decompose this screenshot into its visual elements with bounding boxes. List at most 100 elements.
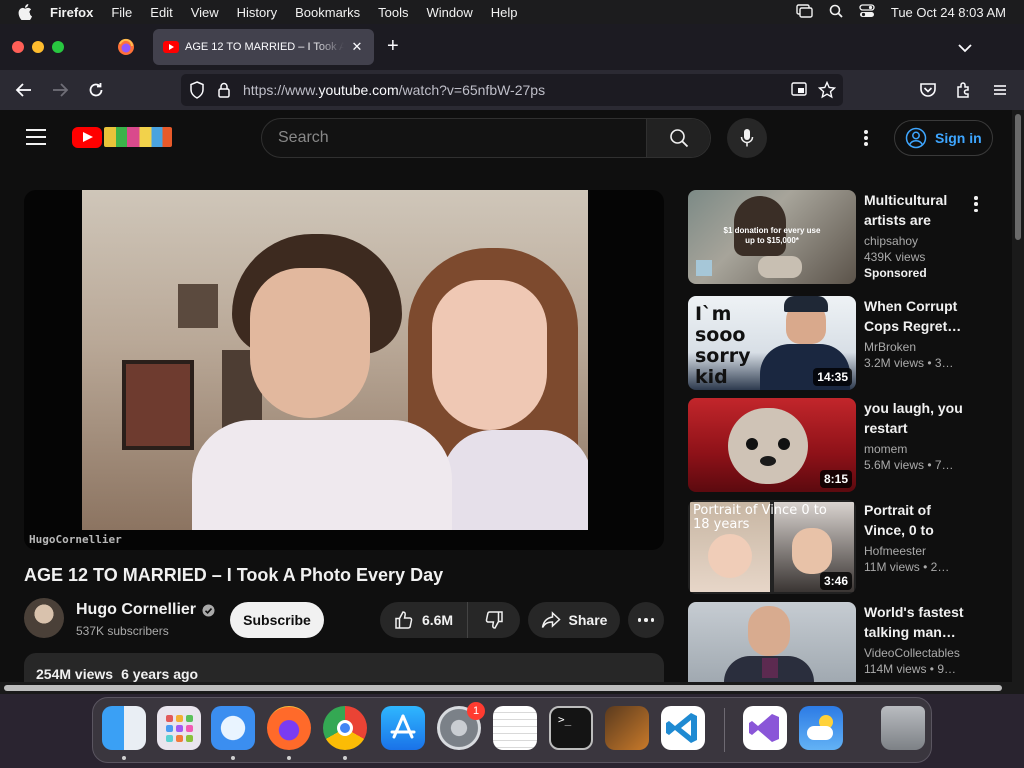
video-thumbnail[interactable]: 8:15 xyxy=(688,398,856,492)
horizontal-scrollbar-thumb[interactable] xyxy=(4,685,1002,691)
app-store-icon[interactable] xyxy=(381,706,425,750)
share-button[interactable]: Share xyxy=(528,602,620,638)
visual-studio-icon[interactable] xyxy=(743,706,787,750)
vertical-scrollbar-thumb[interactable] xyxy=(1015,114,1021,240)
video-title[interactable]: Multicultural artists are oft… xyxy=(864,190,964,230)
like-button[interactable]: 6.6M xyxy=(380,602,468,638)
list-item[interactable]: I`m sooo sorry kid 14:35 When Corrupt Co… xyxy=(688,296,988,392)
video-title[interactable]: Portrait of Vince, 0 to 18… xyxy=(864,500,964,540)
video-title[interactable]: World's fastest talking man… xyxy=(864,602,964,642)
firefox-pinned-tab-icon[interactable] xyxy=(117,38,135,56)
menu-edit[interactable]: Edit xyxy=(150,5,172,20)
video-thumbnail[interactable]: Portrait of Vince 0 to 18 years 3:46 xyxy=(688,500,856,594)
weather-icon[interactable] xyxy=(799,706,843,750)
youtube-doodle-logo[interactable] xyxy=(104,127,172,147)
chrome-icon[interactable] xyxy=(323,706,367,750)
menu-tools[interactable]: Tools xyxy=(378,5,408,20)
dislike-button[interactable] xyxy=(468,610,520,630)
list-all-tabs-icon[interactable] xyxy=(958,40,972,58)
safari-icon[interactable] xyxy=(211,706,255,750)
running-indicator xyxy=(287,756,291,760)
settings-kebab-icon[interactable] xyxy=(856,128,876,148)
reload-icon[interactable] xyxy=(86,80,106,100)
video-thumbnail[interactable]: I`m sooo sorry kid 14:35 xyxy=(688,296,856,390)
dock: 1 >_ xyxy=(92,697,932,763)
sign-in-button[interactable]: Sign in xyxy=(894,120,993,156)
zoom-window-button[interactable] xyxy=(52,41,64,53)
video-thumbnail[interactable] xyxy=(688,602,856,682)
list-item[interactable]: World's fastest talking man… VideoCollec… xyxy=(688,602,988,682)
menu-bookmarks[interactable]: Bookmarks xyxy=(295,5,360,20)
screen-mirroring-icon[interactable] xyxy=(796,3,813,21)
trash-icon[interactable] xyxy=(881,706,925,750)
verified-check-icon xyxy=(202,604,215,616)
channel-name[interactable]: chipsahoy xyxy=(864,234,964,248)
channel-name[interactable]: Hofmeester xyxy=(864,544,964,558)
launchpad-icon[interactable] xyxy=(157,706,201,750)
more-actions-icon[interactable] xyxy=(628,602,664,638)
vertical-scrollbar[interactable] xyxy=(1012,110,1024,694)
item-menu-kebab-icon[interactable] xyxy=(972,196,980,212)
channel-name-link[interactable]: Hugo Cornellier xyxy=(76,601,215,619)
menu-clock[interactable]: Tue Oct 24 8:03 AM xyxy=(891,5,1006,20)
view-count: 254M views xyxy=(36,666,114,682)
youtube-logo-icon[interactable] xyxy=(72,127,102,148)
menu-file[interactable]: File xyxy=(111,5,132,20)
menu-bar: Firefox File Edit View History Bookmarks… xyxy=(0,0,1024,24)
spotlight-search-icon[interactable] xyxy=(829,4,843,21)
garageband-icon[interactable] xyxy=(605,706,649,750)
app-menu-hamburger-icon[interactable] xyxy=(990,80,1010,100)
video-thumbnail[interactable]: $1 donation for every use up to $15,000* xyxy=(688,190,856,284)
menu-view[interactable]: View xyxy=(191,5,219,20)
apple-icon[interactable] xyxy=(18,4,34,20)
close-tab-icon[interactable]: ✕ xyxy=(350,39,364,55)
extensions-puzzle-icon[interactable] xyxy=(954,80,974,100)
tab-strip: AGE 12 TO MARRIED – I Took A Photo Every… xyxy=(0,24,1024,70)
guide-menu-icon[interactable] xyxy=(26,129,46,145)
youtube-header: Sign in xyxy=(0,110,1012,166)
forward-arrow-icon[interactable] xyxy=(50,80,70,100)
url-text[interactable]: https://www.youtube.com/watch?v=65nfbW-2… xyxy=(243,82,545,98)
video-title[interactable]: When Corrupt Cops Regret… xyxy=(864,296,964,336)
video-title[interactable]: you laugh, you restart xyxy=(864,398,964,438)
back-arrow-icon[interactable] xyxy=(14,80,34,100)
subscriber-count: 537K subscribers xyxy=(76,624,169,638)
menu-app-firefox[interactable]: Firefox xyxy=(50,5,93,20)
video-duration: 8:15 xyxy=(819,470,852,488)
vscode-icon[interactable] xyxy=(661,706,705,750)
minimize-window-button[interactable] xyxy=(32,41,44,53)
pocket-icon[interactable] xyxy=(918,80,938,100)
close-window-button[interactable] xyxy=(12,41,24,53)
firefox-icon[interactable] xyxy=(267,706,311,750)
finder-icon[interactable] xyxy=(102,706,146,750)
picture-in-picture-icon[interactable] xyxy=(791,82,807,99)
horizontal-scrollbar[interactable] xyxy=(0,682,1012,694)
voice-search-mic-icon[interactable] xyxy=(727,118,767,158)
menu-help[interactable]: Help xyxy=(491,5,518,20)
lock-icon[interactable] xyxy=(217,81,231,102)
search-icon xyxy=(669,129,688,148)
video-player[interactable]: HugoCornellier xyxy=(24,190,664,550)
list-item[interactable]: Portrait of Vince 0 to 18 years 3:46 Por… xyxy=(688,500,988,596)
new-tab-icon[interactable]: + xyxy=(387,36,399,56)
description-box[interactable]: 254M views 6 years ago xyxy=(24,653,664,683)
menu-window[interactable]: Window xyxy=(427,5,473,20)
tracking-protection-shield-icon[interactable] xyxy=(189,81,205,102)
subscribe-button[interactable]: Subscribe xyxy=(230,602,324,638)
textedit-icon[interactable] xyxy=(493,706,537,750)
control-center-icon[interactable] xyxy=(859,3,875,21)
search-button[interactable] xyxy=(646,119,710,157)
address-bar[interactable]: https://www.youtube.com/watch?v=65nfbW-2… xyxy=(181,74,843,106)
channel-name[interactable]: momem xyxy=(864,442,964,456)
menu-history[interactable]: History xyxy=(237,5,277,20)
channel-name[interactable]: VideoCollectables xyxy=(864,646,964,660)
list-item[interactable]: 8:15 you laugh, you restart momem 5.6M v… xyxy=(688,398,988,494)
channel-avatar[interactable] xyxy=(24,598,64,638)
terminal-icon[interactable]: >_ xyxy=(549,706,593,750)
bookmark-star-icon[interactable] xyxy=(817,80,837,102)
tab-youtube-video[interactable]: AGE 12 TO MARRIED – I Took A Photo Every… xyxy=(153,29,374,65)
channel-name[interactable]: MrBroken xyxy=(864,340,964,354)
video-duration: 14:35 xyxy=(813,368,852,386)
search-input[interactable] xyxy=(262,119,646,157)
list-item[interactable]: $1 donation for every use up to $15,000*… xyxy=(688,190,988,286)
